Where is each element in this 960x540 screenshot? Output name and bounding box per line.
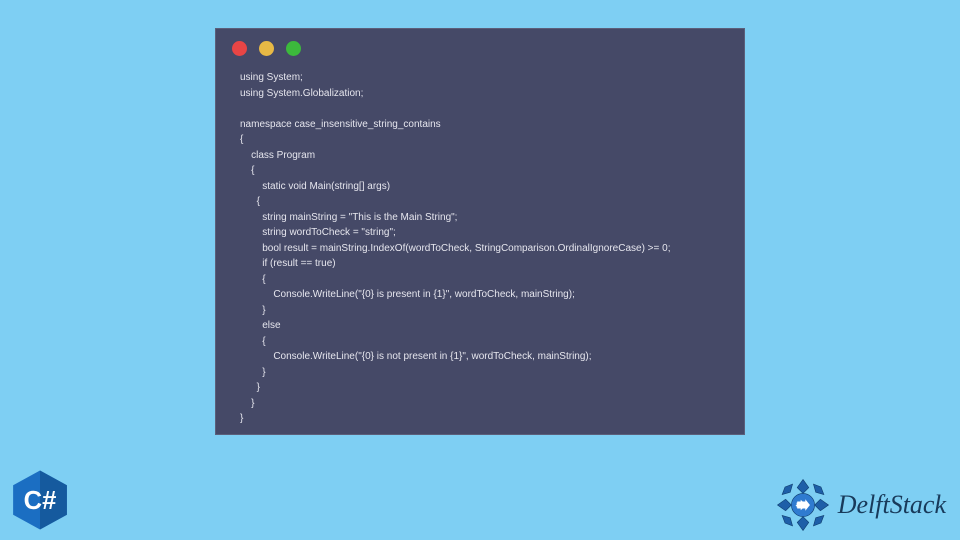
csharp-label: C# (24, 487, 57, 515)
minimize-icon (259, 41, 274, 56)
delftstack-logo-icon: </> (774, 476, 832, 534)
maximize-icon (286, 41, 301, 56)
svg-text:</>: </> (795, 501, 807, 509)
delftstack-label: DelftStack (838, 490, 946, 520)
delftstack-brand: </> DelftStack (774, 476, 946, 534)
close-icon (232, 41, 247, 56)
code-block: using System; using System.Globalization… (216, 64, 744, 445)
code-window: using System; using System.Globalization… (215, 28, 745, 435)
window-traffic-lights (216, 29, 744, 64)
csharp-logo-icon: C# (8, 468, 72, 532)
